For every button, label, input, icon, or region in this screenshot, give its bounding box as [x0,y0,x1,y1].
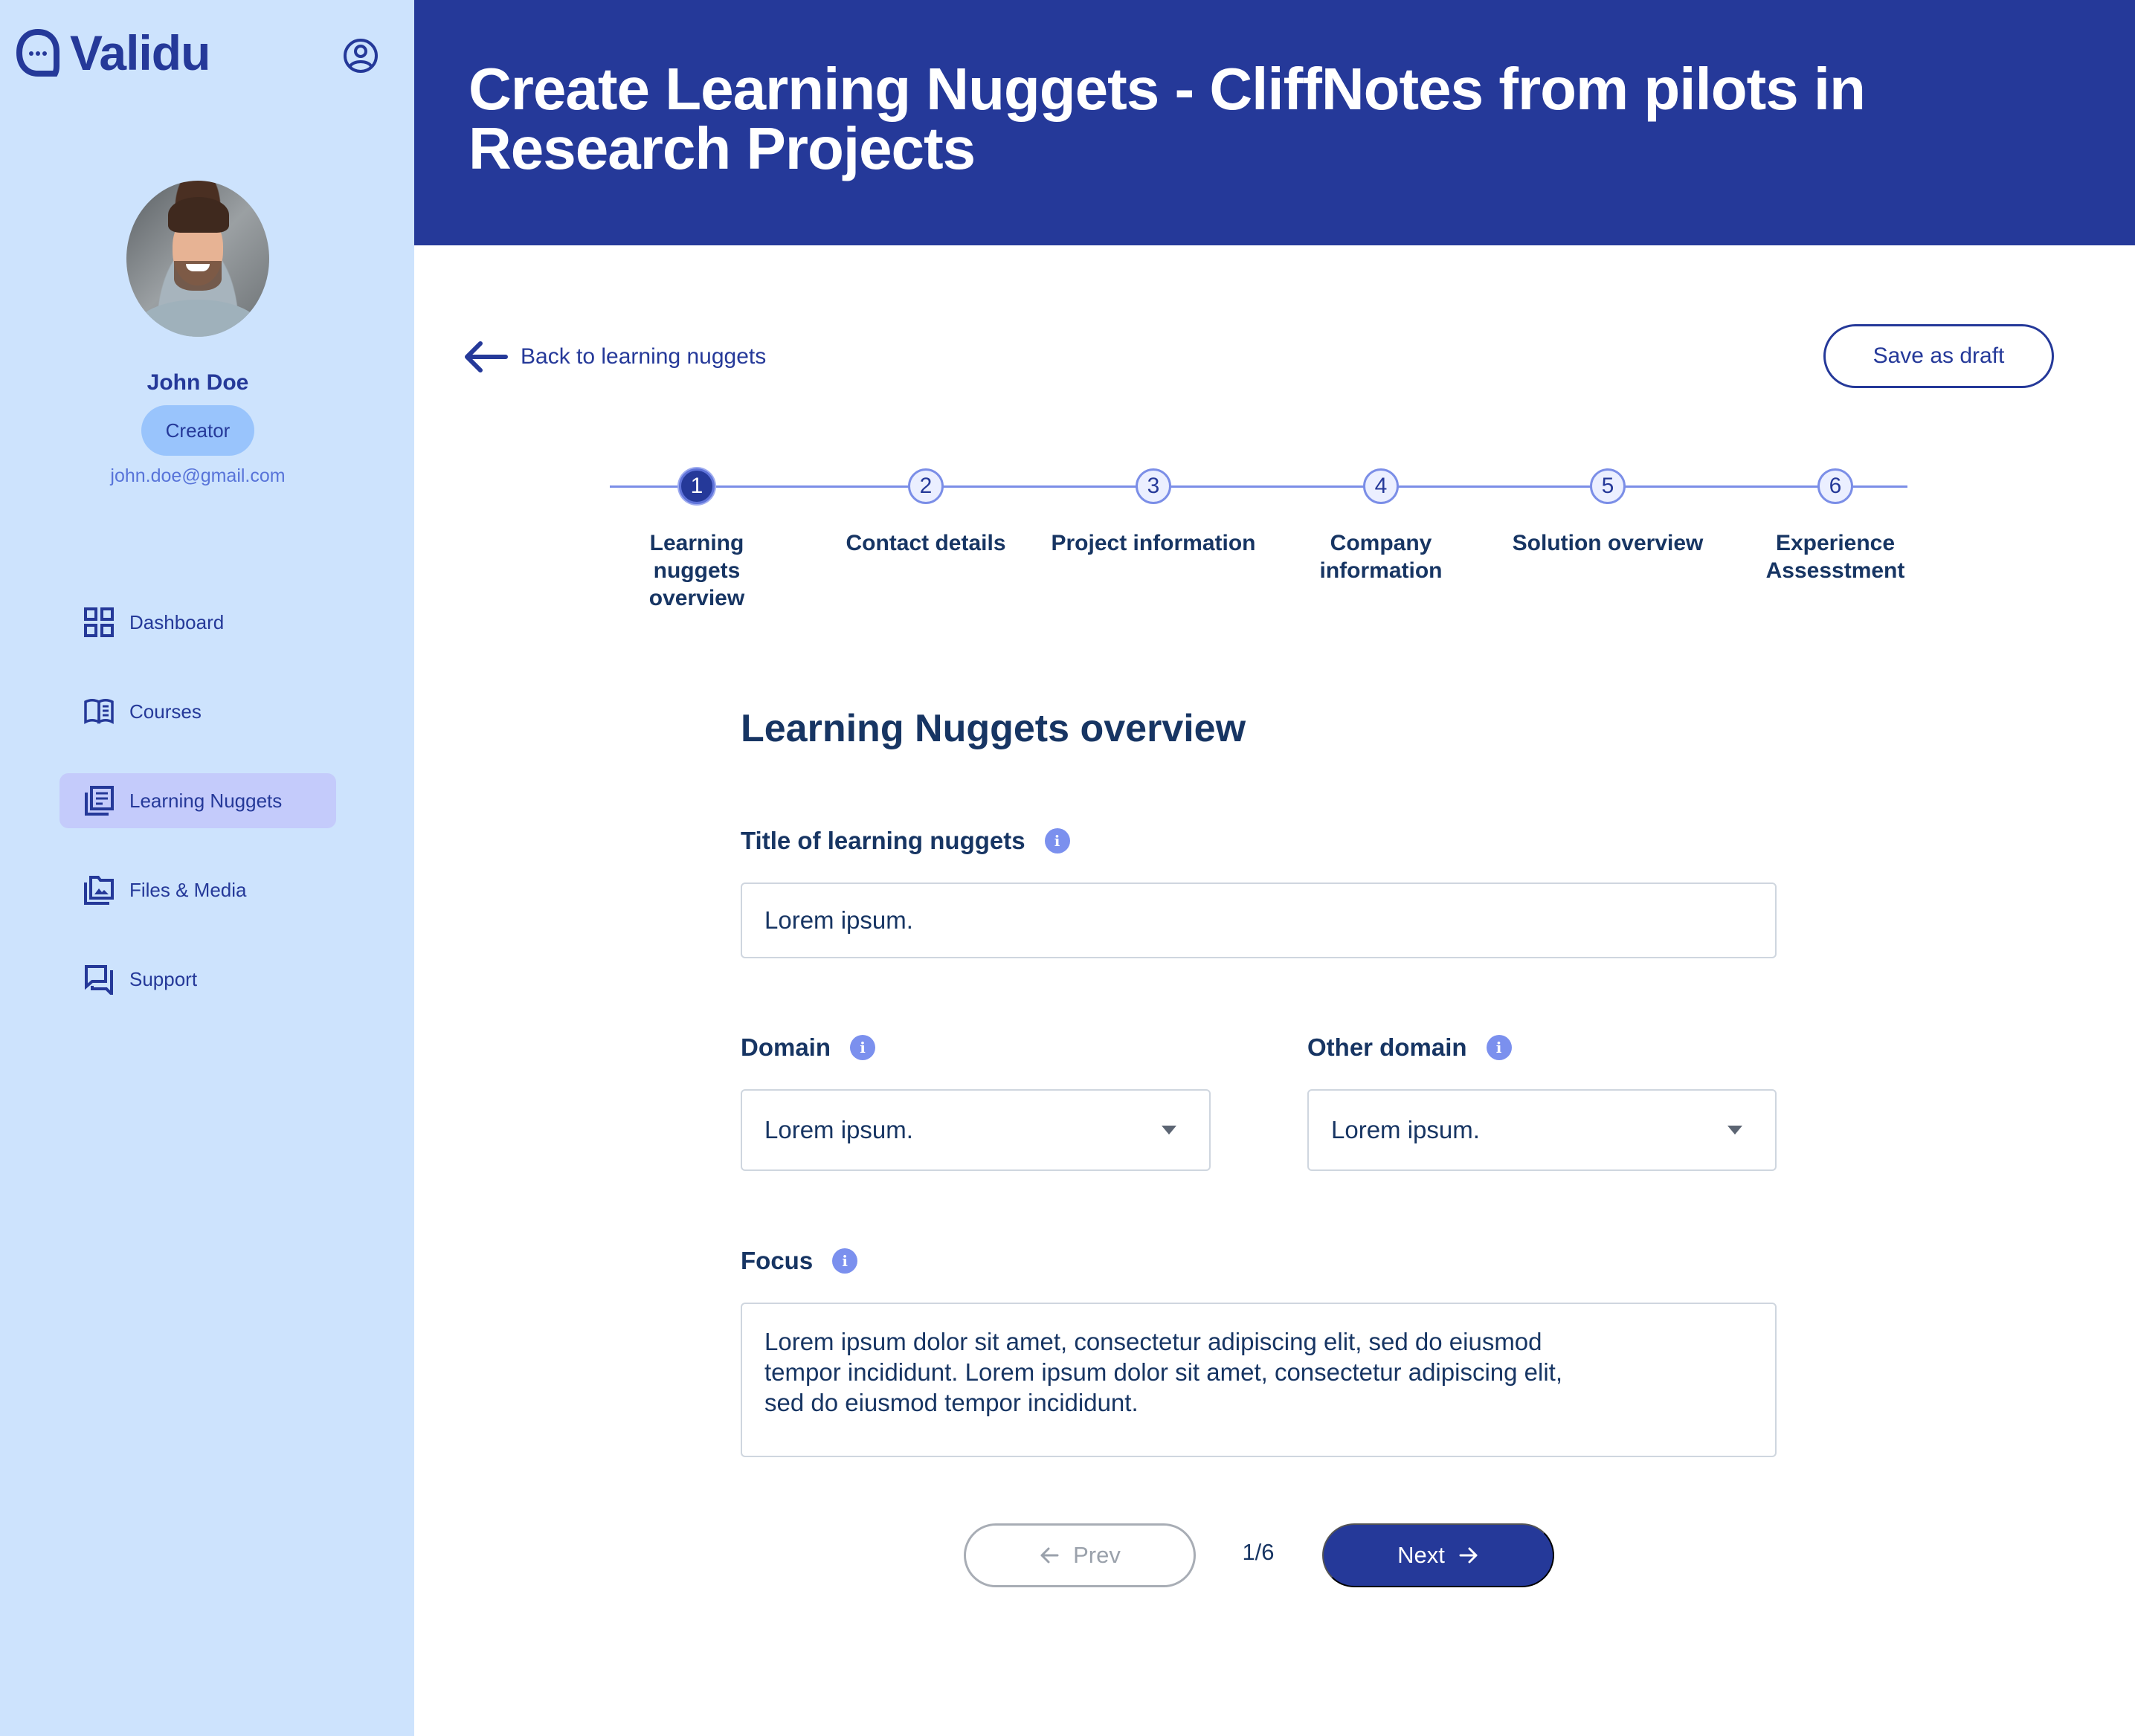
sidebar-item-label: Support [129,967,198,990]
other-domain-field-label: Other domain i [1307,1033,1512,1062]
sidebar-item-label: Files & Media [129,878,247,901]
title-input[interactable]: Lorem ipsum. [741,882,1777,958]
title-label-text: Title of learning nuggets [741,827,1025,854]
other-domain-select-value: Lorem ipsum. [1331,1116,1480,1143]
info-icon[interactable]: i [1044,828,1070,854]
sidebar-item-files-media[interactable]: Files & Media [59,862,336,917]
prev-label: Prev [1073,1542,1121,1568]
sidebar-item-courses[interactable]: Courses [59,684,336,739]
open-book-icon [84,699,114,724]
prev-button[interactable]: Prev [964,1523,1196,1587]
logo[interactable]: Validu [16,28,210,77]
back-to-learning-nuggets-link[interactable]: Back to learning nuggets [463,339,766,375]
sidebar-item-learning-nuggets[interactable]: Learning Nuggets [59,773,336,828]
role-badge: Creator [141,405,254,456]
avatar [126,181,269,337]
step-solution-overview[interactable]: 5 Solution overview [1496,454,1719,557]
step-label: Contact details [846,531,1006,555]
page-indicator: 1/6 [1242,1539,1275,1565]
user-profile-icon[interactable] [342,37,379,74]
step-label: Solution overview [1512,531,1704,555]
sidebar-item-label: Learning Nuggets [129,789,283,812]
save-as-draft-button[interactable]: Save as draft [1823,324,2054,388]
domain-label-text: Domain [741,1033,831,1061]
other-domain-select[interactable]: Lorem ipsum. [1307,1089,1777,1171]
step-company-information[interactable]: 4 Company information [1269,454,1492,584]
image-folder-icon [84,876,114,905]
progress-stepper: 1 Learning nuggets overview 2 Contact de… [610,454,1907,610]
domain-select[interactable]: Lorem ipsum. [741,1089,1211,1171]
domain-field-label: Domain i [741,1033,876,1062]
arrow-right-icon [1459,1547,1478,1564]
sidebar: Validu John Doe Creator john.doe@gmail.c… [0,0,414,1736]
focus-field-label: Focus i [741,1247,858,1275]
sidebar-item-dashboard[interactable]: Dashboard [59,595,336,650]
other-domain-label-text: Other domain [1307,1033,1467,1061]
step-learning-nuggets-overview[interactable]: 1 Learning nuggets overview [585,454,808,612]
step-contact-details[interactable]: 2 Contact details [814,454,1037,557]
user-name: John Doe [146,370,249,395]
step-number: 5 [1590,468,1626,504]
caret-down-icon [1162,1126,1176,1135]
caret-down-icon [1727,1126,1742,1135]
section-title: Learning Nuggets overview [741,707,1246,750]
info-icon[interactable]: i [1486,1035,1512,1060]
chat-bubbles-icon [85,965,113,995]
next-button[interactable]: Next [1322,1523,1554,1587]
document-stack-icon [85,786,114,816]
arrow-left-icon [1040,1547,1059,1564]
logo-text: Validu [70,25,210,80]
step-number: 4 [1363,468,1399,504]
step-label: Learning nuggets overview [648,531,745,610]
focus-label-text: Focus [741,1247,814,1274]
step-number: 6 [1817,468,1853,504]
page-title: Create Learning Nuggets - CliffNotes fro… [468,56,1866,181]
step-project-information[interactable]: 3 Project information [1042,454,1265,557]
back-link-label: Back to learning nuggets [521,344,767,369]
step-number: 2 [908,468,944,504]
title-input-value: Lorem ipsum. [764,906,913,934]
step-label: Company information [1319,531,1443,583]
sidebar-item-label: Courses [129,700,202,723]
page-header: Create Learning Nuggets - CliffNotes fro… [414,0,2135,245]
user-email: john.doe@gmail.com [110,465,286,486]
sidebar-item-label: Dashboard [129,610,225,633]
step-experience-assessment[interactable]: 6 Experience Assesstment [1724,454,1947,584]
info-icon[interactable]: i [832,1248,858,1274]
step-number: 1 [679,468,715,504]
logo-chat-bubble-icon [16,29,59,77]
sidebar-item-support[interactable]: Support [59,952,336,1007]
focus-textarea-value: Lorem ipsum dolor sit amet, consectetur … [764,1328,1562,1416]
step-number: 3 [1136,468,1171,504]
arrow-left-icon [465,341,508,372]
focus-textarea[interactable]: Lorem ipsum dolor sit amet, consectetur … [741,1303,1777,1457]
domain-select-value: Lorem ipsum. [764,1116,913,1143]
next-label: Next [1397,1542,1445,1568]
step-label: Project information [1051,531,1256,555]
title-field-label: Title of learning nuggets i [741,827,1070,855]
dashboard-grid-icon [84,607,114,637]
info-icon[interactable]: i [850,1035,876,1060]
step-label: Experience Assesstment [1765,531,1905,583]
